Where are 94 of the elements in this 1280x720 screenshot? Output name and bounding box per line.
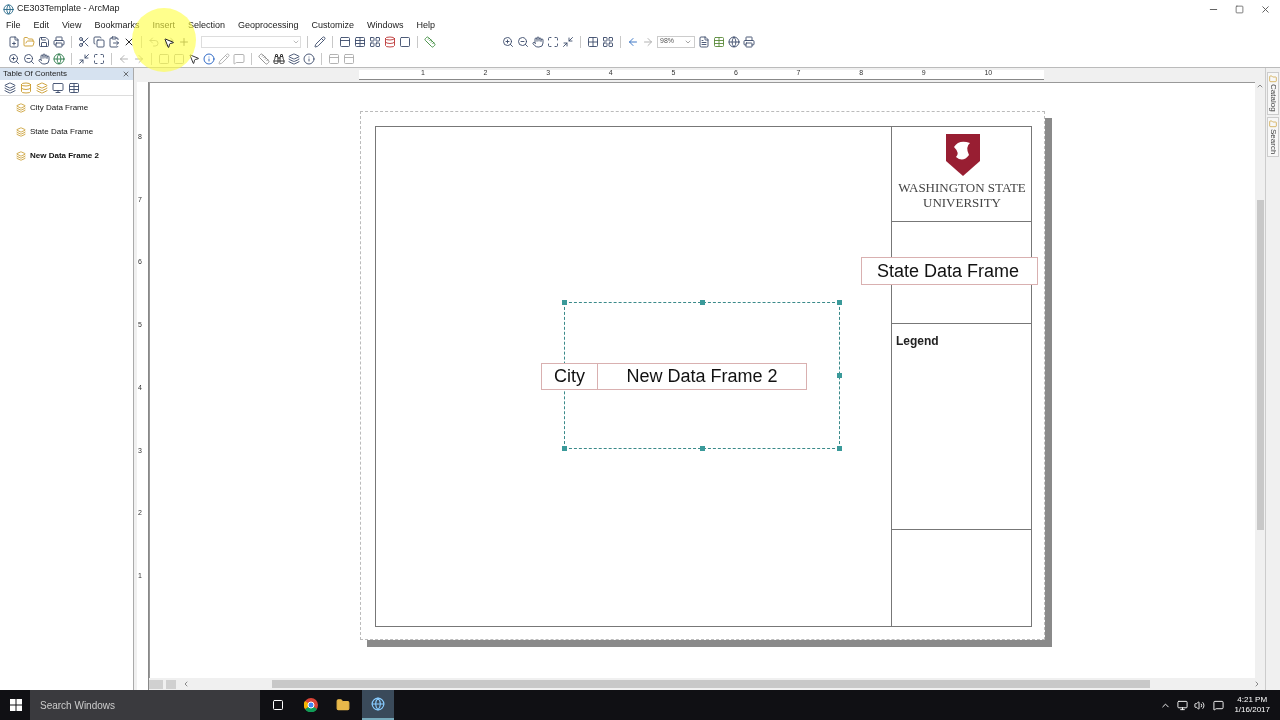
toc-item[interactable]: New Data Frame 2 <box>0 144 133 168</box>
maximize-icon[interactable] <box>1235 4 1244 14</box>
back-arrow-icon[interactable] <box>627 35 639 48</box>
shield-logo-icon <box>945 133 981 177</box>
close-icon[interactable] <box>1260 3 1271 15</box>
toc-item[interactable]: City Data Frame <box>0 96 133 120</box>
toc-item[interactable]: State Data Frame <box>0 120 133 144</box>
menu-item[interactable]: Windows <box>367 18 404 33</box>
table-icon[interactable] <box>713 35 725 48</box>
layers-icon[interactable] <box>288 52 300 65</box>
text-label: City <box>541 363 598 390</box>
hand-icon[interactable] <box>532 35 544 48</box>
menu-item[interactable]: Selection <box>187 18 225 33</box>
menu-item[interactable]: Edit <box>33 18 50 33</box>
table-icon[interactable] <box>354 35 366 48</box>
new-file-icon[interactable] <box>8 35 20 48</box>
window-icon[interactable] <box>339 35 351 48</box>
options-icon[interactable] <box>68 81 80 94</box>
window-title: CE303Template - ArcMap <box>17 2 120 16</box>
menu-item[interactable]: Help <box>416 18 436 33</box>
grid-icon[interactable] <box>369 35 381 48</box>
folder-icon[interactable] <box>336 698 350 712</box>
notification-icon[interactable] <box>1213 699 1225 711</box>
panel-title: Table Of Contents <box>3 68 68 80</box>
binoculars-icon[interactable] <box>273 52 285 65</box>
page-icon[interactable] <box>698 35 710 48</box>
full-extent-icon[interactable] <box>547 35 559 48</box>
info-icon[interactable] <box>203 52 215 65</box>
menu-item[interactable]: Customize <box>311 18 354 33</box>
volume-icon[interactable] <box>1194 699 1206 711</box>
layers-icon <box>16 151 26 161</box>
side-tab[interactable]: Catalog <box>1267 72 1279 115</box>
scroll-right-icon[interactable] <box>1253 680 1261 688</box>
text-label: New Data Frame 2 <box>597 363 807 390</box>
scroll-left-icon[interactable] <box>182 680 190 688</box>
hand-icon[interactable] <box>38 52 50 65</box>
menu-item[interactable]: View <box>62 18 82 33</box>
windows-logo-icon[interactable] <box>10 699 22 711</box>
zoom-out-icon[interactable] <box>23 52 35 65</box>
database-icon[interactable] <box>384 35 396 48</box>
fixed-zoom-icon[interactable] <box>562 35 574 48</box>
resize-handle[interactable] <box>700 300 705 305</box>
folder-icon <box>1269 119 1277 128</box>
scissors-icon[interactable] <box>78 35 90 48</box>
toc-item-label: State Data Frame <box>30 126 94 138</box>
resize-handle[interactable] <box>562 446 567 451</box>
globe-icon[interactable] <box>53 52 65 65</box>
save-icon[interactable] <box>38 35 50 48</box>
taskbar-search-field[interactable]: Search Windows <box>30 690 260 720</box>
legend-title: Legend <box>896 333 939 350</box>
browser-icon[interactable] <box>304 698 318 712</box>
grid-icon[interactable] <box>602 35 614 48</box>
text-label: State Data Frame <box>861 257 1038 285</box>
menu-item[interactable]: File <box>6 18 21 33</box>
task-view-icon[interactable] <box>272 699 284 711</box>
grid-icon[interactable] <box>587 35 599 48</box>
resize-handle[interactable] <box>837 373 842 378</box>
toc-item-label: City Data Frame <box>30 102 89 114</box>
zoom-out-icon[interactable] <box>517 35 529 48</box>
pencil-icon[interactable] <box>314 35 326 48</box>
folder-icon <box>1269 75 1277 83</box>
university-name: WASHINGTON STATE <box>897 181 1027 195</box>
source-icon[interactable] <box>52 81 64 94</box>
resize-handle[interactable] <box>700 446 705 451</box>
full-extent-icon[interactable] <box>93 52 105 65</box>
layers-icon <box>16 127 26 137</box>
resize-handle[interactable] <box>837 300 842 305</box>
zoom-in-icon[interactable] <box>8 52 20 65</box>
pointer-icon[interactable] <box>188 52 200 65</box>
scroll-up-icon[interactable] <box>1256 82 1264 90</box>
list-icon[interactable] <box>4 81 16 94</box>
menu-item[interactable]: Geoprocessing <box>237 18 299 33</box>
clock-date[interactable]: 1/16/2017 <box>1234 705 1270 715</box>
network-icon[interactable] <box>1177 699 1189 711</box>
copy-icon[interactable] <box>93 35 105 48</box>
university-name: UNIVERSITY <box>922 196 1002 210</box>
globe-icon[interactable] <box>728 35 740 48</box>
menu-item[interactable]: Bookmarks <box>94 18 140 33</box>
info-icon[interactable] <box>303 52 315 65</box>
side-tab[interactable]: Search <box>1267 116 1279 157</box>
printer-icon[interactable] <box>53 35 65 48</box>
paste-icon[interactable] <box>108 35 120 48</box>
zoom-in-icon[interactable] <box>502 35 514 48</box>
close-icon[interactable] <box>122 70 130 78</box>
frame-icon[interactable] <box>399 35 411 48</box>
resize-handle[interactable] <box>837 446 842 451</box>
fixed-zoom-icon[interactable] <box>78 52 90 65</box>
ruler-icon[interactable] <box>424 35 436 48</box>
toc-item-label: New Data Frame 2 <box>30 150 99 162</box>
layers-icon <box>16 103 26 113</box>
clock-time[interactable]: 4:21 PM <box>1237 695 1268 705</box>
app-icon <box>3 3 14 15</box>
printer-icon[interactable] <box>743 35 755 48</box>
resize-handle[interactable] <box>562 300 567 305</box>
